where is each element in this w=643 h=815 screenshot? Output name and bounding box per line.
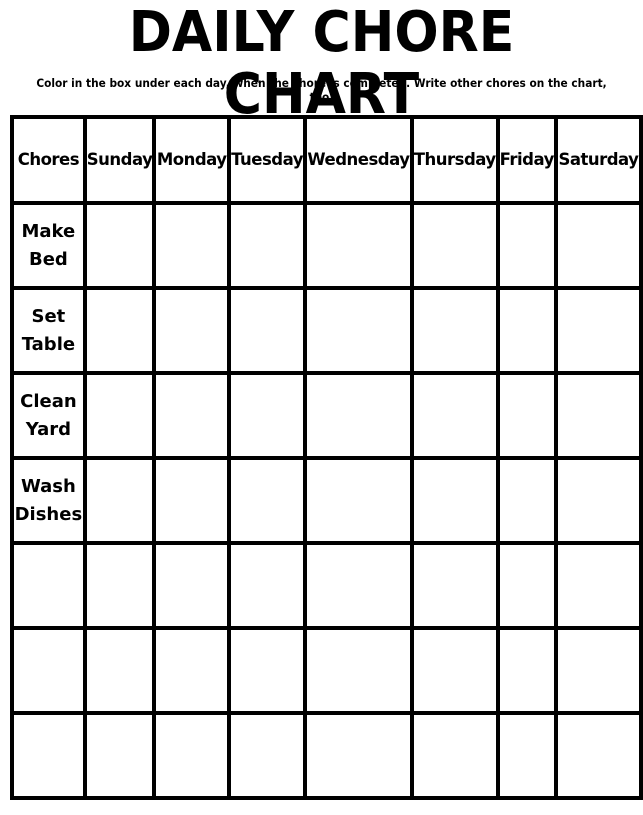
checkbox-cell-monday[interactable] — [152, 456, 231, 545]
chore-name-line: Bed — [28, 248, 68, 270]
chore-row: Set Table — [10, 286, 643, 375]
header-tuesday: Tuesday — [226, 115, 308, 205]
header-row: Chores Sunday Monday Tuesday Wednesday T… — [10, 115, 643, 205]
checkbox-cell-thursday[interactable] — [409, 456, 500, 545]
header-sunday: Sunday — [82, 115, 157, 205]
chore-name-line: Table — [21, 333, 76, 355]
chore-row: Make Bed — [10, 201, 643, 290]
checkbox-cell-friday[interactable] — [495, 286, 558, 375]
checkbox-cell-tuesday[interactable] — [226, 711, 308, 800]
checkbox-cell-wednesday[interactable] — [303, 456, 414, 545]
checkbox-cell-thursday[interactable] — [409, 286, 500, 375]
chore-row — [10, 541, 643, 630]
chore-name-cell[interactable]: Wash Dishes — [10, 456, 87, 545]
checkbox-cell-saturday[interactable] — [553, 626, 643, 715]
checkbox-cell-tuesday[interactable] — [226, 456, 308, 545]
chore-name-line — [16, 728, 81, 756]
checkbox-cell-thursday[interactable] — [409, 711, 500, 800]
chore-row: Clean Yard — [10, 371, 643, 460]
header-friday: Friday — [495, 115, 558, 205]
chore-name-line: Wash — [20, 475, 76, 497]
chore-name-line — [16, 558, 81, 586]
chore-name-line — [16, 671, 81, 699]
header-thursday: Thursday — [409, 115, 500, 205]
checkbox-cell-monday[interactable] — [152, 201, 231, 290]
chore-name-line: Yard — [25, 418, 72, 440]
checkbox-cell-sunday[interactable] — [82, 201, 157, 290]
checkbox-cell-saturday[interactable] — [553, 541, 643, 630]
checkbox-cell-friday[interactable] — [495, 541, 558, 630]
header-saturday: Saturday — [553, 115, 643, 205]
chore-name-cell[interactable]: Make Bed — [10, 201, 87, 290]
checkbox-cell-monday[interactable] — [152, 286, 231, 375]
chore-name-cell[interactable]: Set Table — [10, 286, 87, 375]
chore-name-cell[interactable] — [10, 626, 87, 715]
page-title: DAILY CHORE CHART — [128, 0, 515, 127]
checkbox-cell-monday[interactable] — [152, 371, 231, 460]
chore-row — [10, 711, 643, 800]
chore-name-line — [16, 586, 81, 614]
checkbox-cell-wednesday[interactable] — [303, 201, 414, 290]
checkbox-cell-friday[interactable] — [495, 626, 558, 715]
checkbox-cell-sunday[interactable] — [82, 371, 157, 460]
checkbox-cell-tuesday[interactable] — [226, 626, 308, 715]
checkbox-cell-saturday[interactable] — [553, 286, 643, 375]
chore-name-line: Dishes — [14, 503, 83, 525]
checkbox-cell-wednesday[interactable] — [303, 371, 414, 460]
chore-row — [10, 626, 643, 715]
checkbox-cell-wednesday[interactable] — [303, 541, 414, 630]
checkbox-cell-wednesday[interactable] — [303, 711, 414, 800]
checkbox-cell-thursday[interactable] — [409, 201, 500, 290]
chore-name-line: Clean — [20, 390, 77, 412]
chore-name-line: Make — [21, 220, 76, 242]
checkbox-cell-saturday[interactable] — [553, 201, 643, 290]
chore-name-line — [16, 643, 81, 671]
checkbox-cell-saturday[interactable] — [553, 371, 643, 460]
checkbox-cell-friday[interactable] — [495, 711, 558, 800]
checkbox-cell-thursday[interactable] — [409, 541, 500, 630]
checkbox-cell-saturday[interactable] — [553, 456, 643, 545]
checkbox-cell-tuesday[interactable] — [226, 541, 308, 630]
checkbox-cell-thursday[interactable] — [409, 371, 500, 460]
checkbox-cell-monday[interactable] — [152, 541, 231, 630]
checkbox-cell-sunday[interactable] — [82, 711, 157, 800]
checkbox-cell-sunday[interactable] — [82, 456, 157, 545]
chore-name-cell[interactable] — [10, 541, 87, 630]
chore-row: Wash Dishes — [10, 456, 643, 545]
checkbox-cell-thursday[interactable] — [409, 626, 500, 715]
chore-name-cell[interactable]: Clean Yard — [10, 371, 87, 460]
checkbox-cell-friday[interactable] — [495, 371, 558, 460]
checkbox-cell-monday[interactable] — [152, 711, 231, 800]
checkbox-cell-sunday[interactable] — [82, 626, 157, 715]
checkbox-cell-wednesday[interactable] — [303, 626, 414, 715]
instructions-text: Color in the box under each day, when th… — [36, 76, 607, 104]
checkbox-cell-friday[interactable] — [495, 456, 558, 545]
header-chores: Chores — [10, 115, 87, 205]
header-wednesday: Wednesday — [303, 115, 414, 205]
chore-name-cell[interactable] — [10, 711, 87, 800]
chore-chart-table: Chores Sunday Monday Tuesday Wednesday T… — [10, 115, 643, 800]
checkbox-cell-tuesday[interactable] — [226, 201, 308, 290]
chore-name-line: Set — [31, 305, 66, 327]
checkbox-cell-tuesday[interactable] — [226, 286, 308, 375]
checkbox-cell-wednesday[interactable] — [303, 286, 414, 375]
checkbox-cell-friday[interactable] — [495, 201, 558, 290]
checkbox-cell-monday[interactable] — [152, 626, 231, 715]
checkbox-cell-sunday[interactable] — [82, 286, 157, 375]
checkbox-cell-saturday[interactable] — [553, 711, 643, 800]
checkbox-cell-tuesday[interactable] — [226, 371, 308, 460]
chore-name-line — [16, 756, 81, 784]
checkbox-cell-sunday[interactable] — [82, 541, 157, 630]
header-monday: Monday — [152, 115, 231, 205]
